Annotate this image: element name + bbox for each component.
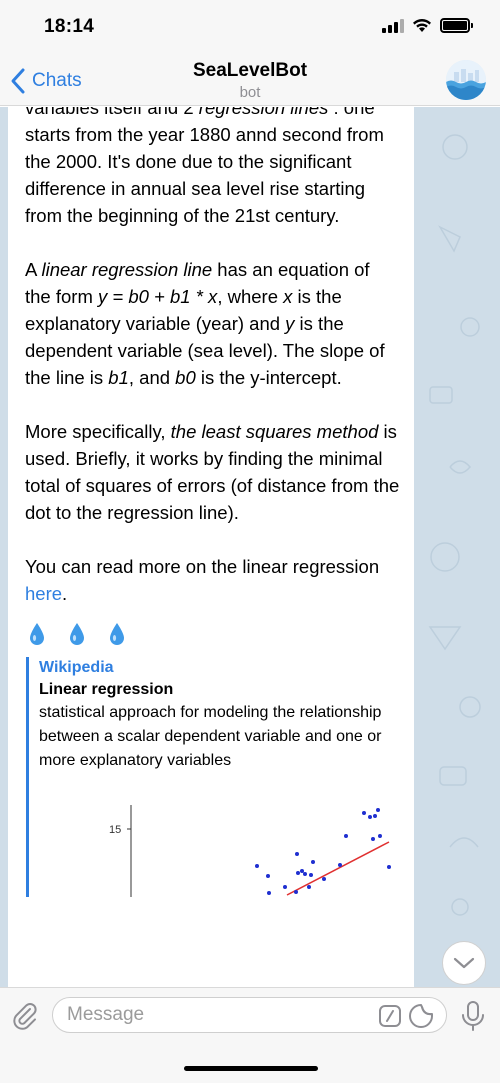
- microphone-icon[interactable]: [458, 1000, 488, 1032]
- italic-term: b0: [175, 367, 196, 388]
- preview-title: Linear regression: [39, 681, 174, 698]
- message-paragraph: More specifically, the least squares met…: [25, 418, 400, 526]
- text-span: More specifically,: [25, 421, 171, 442]
- text-span: You can read more on the linear regressi…: [25, 556, 380, 577]
- italic-term: b1: [108, 367, 129, 388]
- chat-header: Chats SeaLevelBot bot: [0, 56, 500, 106]
- text-span: A: [25, 259, 42, 280]
- droplet-icon: [70, 623, 84, 645]
- preview-site-name: Wikipedia: [39, 659, 114, 676]
- message-bubble: ........................................…: [8, 107, 414, 987]
- status-icons: [382, 18, 473, 33]
- text-span: , and: [128, 367, 176, 388]
- italic-term: x: [283, 286, 293, 307]
- input-bar: [0, 987, 500, 1041]
- wifi-icon: [413, 19, 431, 32]
- text-span: variables itself and 2: [25, 107, 199, 118]
- scroll-down-button[interactable]: [442, 941, 486, 985]
- bot-avatar[interactable]: [446, 60, 486, 100]
- status-time: 18:14: [44, 16, 95, 37]
- sea-avatar-icon: [446, 60, 486, 100]
- italic-term: y = b0 + b1 * x: [98, 286, 218, 307]
- link-preview[interactable]: Wikipedia Linear regression statistical …: [26, 657, 400, 897]
- battery-icon: [440, 18, 473, 33]
- droplet-emojis: [27, 621, 400, 647]
- text-span: , where: [217, 286, 284, 307]
- chat-subtitle: bot: [239, 84, 261, 101]
- chat-title: SeaLevelBot: [192, 60, 308, 81]
- text-span: : one starts from the year 1880 annd sec…: [25, 107, 384, 226]
- home-indicator[interactable]: [184, 1066, 318, 1071]
- text-span: is the y-intercept.: [195, 367, 342, 388]
- droplet-icon: [30, 623, 44, 645]
- italic-term: regression lines: [198, 107, 329, 118]
- preview-description: statistical approach for modeling the re…: [39, 704, 382, 769]
- text-span: .: [62, 583, 68, 604]
- paperclip-icon[interactable]: [10, 1000, 40, 1030]
- italic-term: linear regression line: [41, 259, 213, 280]
- here-link[interactable]: here: [25, 583, 62, 604]
- preview-image: 15: [109, 805, 391, 897]
- chevron-down-icon: [453, 957, 475, 969]
- bot-command-icon[interactable]: [378, 1004, 402, 1028]
- home-area: [0, 1041, 500, 1083]
- status-bar: 18:14: [0, 0, 500, 56]
- message-paragraph: ........................................…: [25, 107, 400, 229]
- chat-area[interactable]: ........................................…: [0, 107, 500, 987]
- chart-tick-label: 15: [109, 824, 121, 836]
- message-text: ........................................…: [25, 107, 400, 607]
- sticker-icon[interactable]: [408, 1003, 434, 1029]
- droplet-icon: [110, 623, 124, 645]
- message-paragraph: You can read more on the linear regressi…: [25, 553, 400, 607]
- signal-icon: [382, 18, 404, 33]
- message-paragraph: A linear regression line has an equation…: [25, 256, 400, 391]
- italic-term: the least squares method: [170, 421, 379, 442]
